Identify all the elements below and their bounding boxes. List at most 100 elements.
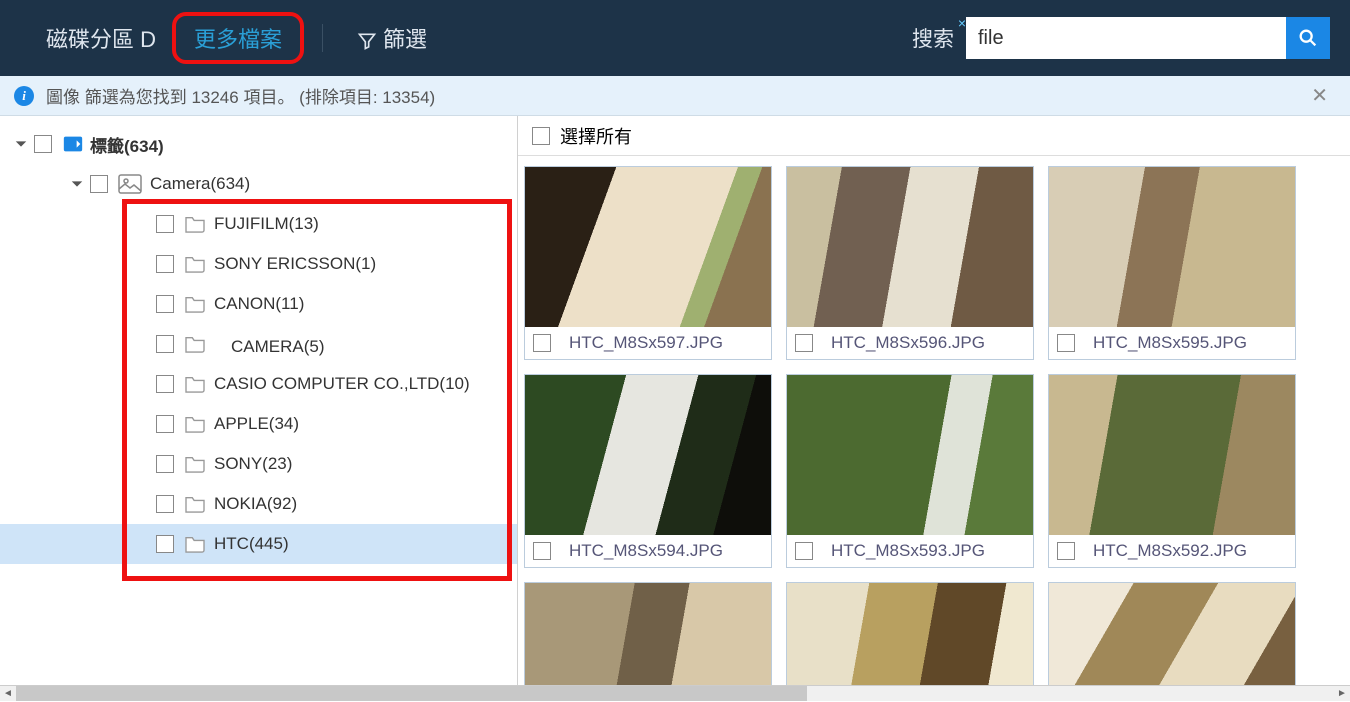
folder-icon	[184, 295, 206, 313]
card-footer: HTC_M8Sx592.JPG	[1049, 535, 1295, 567]
folder-icon	[184, 415, 206, 433]
info-bar: i 圖像 篩選為您找到 13246 項目。 (排除項目: 13354) ✕	[0, 76, 1350, 116]
thumbnail[interactable]	[525, 583, 771, 685]
checkbox[interactable]	[1057, 542, 1075, 560]
tree-root-tags[interactable]: 標籤(634)	[0, 124, 517, 164]
thumbnail[interactable]	[1049, 375, 1295, 535]
photo-icon	[118, 174, 142, 194]
checkbox[interactable]	[156, 455, 174, 473]
checkbox[interactable]	[156, 255, 174, 273]
tree-label: APPLE(34)	[214, 414, 299, 434]
scroll-left-arrow[interactable]: ◄	[0, 686, 16, 702]
search-input[interactable]	[966, 17, 1286, 59]
chevron-down-icon[interactable]	[70, 177, 84, 191]
file-card[interactable]: HTC_M8Sx595.JPG	[1048, 166, 1296, 360]
thumbnail[interactable]	[787, 583, 1033, 685]
tree-item[interactable]: APPLE(34)	[0, 404, 517, 444]
thumbnail[interactable]	[525, 375, 771, 535]
checkbox[interactable]	[533, 334, 551, 352]
tree-item[interactable]: SONY(23)	[0, 444, 517, 484]
checkbox[interactable]	[156, 335, 174, 353]
search-button[interactable]	[1286, 17, 1330, 59]
select-all-checkbox[interactable]	[532, 127, 550, 145]
folder-icon	[184, 375, 206, 393]
funnel-icon	[357, 31, 377, 51]
scroll-thumb[interactable]	[16, 686, 807, 701]
tree-label: 標籤(634)	[90, 132, 164, 157]
checkbox[interactable]	[156, 415, 174, 433]
tree-label: NOKIA(92)	[214, 494, 297, 514]
tree-item-camera[interactable]: Camera(634)	[0, 164, 517, 204]
file-card[interactable]: HTC_M8Sx597.JPG	[524, 166, 772, 360]
search-box	[966, 17, 1330, 59]
checkbox[interactable]	[156, 215, 174, 233]
file-name: HTC_M8Sx592.JPG	[1093, 541, 1247, 561]
tree-label: FUJIFILM(13)	[214, 214, 319, 234]
checkbox[interactable]	[795, 542, 813, 560]
thumbnail[interactable]	[1049, 167, 1295, 327]
file-card[interactable]	[524, 582, 772, 685]
search-clear-icon[interactable]: ×	[958, 15, 966, 31]
tree-label: SONY(23)	[214, 454, 292, 474]
file-name: HTC_M8Sx597.JPG	[569, 333, 723, 353]
info-close-button[interactable]: ✕	[1303, 79, 1336, 112]
nav-more-files[interactable]: 更多檔案	[172, 12, 304, 64]
file-card[interactable]: HTC_M8Sx596.JPG	[786, 166, 1034, 360]
scroll-right-arrow[interactable]: ►	[1334, 686, 1350, 702]
checkbox[interactable]	[156, 495, 174, 513]
tree-label: HTC(445)	[214, 534, 289, 554]
file-card[interactable]	[1048, 582, 1296, 685]
tree-item[interactable]: CANON(11)	[0, 284, 517, 324]
checkbox[interactable]	[1057, 334, 1075, 352]
thumbnail[interactable]	[525, 167, 771, 327]
tree-item[interactable]: HTC(445)	[0, 524, 517, 564]
folder-icon	[184, 335, 206, 353]
info-icon: i	[14, 86, 34, 106]
thumbnail[interactable]	[787, 375, 1033, 535]
tree-item[interactable]: SONY ERICSSON(1)	[0, 244, 517, 284]
info-text: 圖像 篩選為您找到 13246 項目。 (排除項目: 13354)	[46, 83, 435, 108]
thumbnail[interactable]	[787, 167, 1033, 327]
chevron-down-icon[interactable]	[14, 137, 28, 151]
tag-icon	[62, 133, 84, 155]
thumbnail[interactable]	[1049, 583, 1295, 685]
folder-icon	[184, 455, 206, 473]
nav-filter-label: 篩選	[383, 27, 427, 52]
tree-label: SONY ERICSSON(1)	[214, 254, 376, 274]
file-card[interactable]: HTC_M8Sx593.JPG	[786, 374, 1034, 568]
tree-item[interactable]: CASIO COMPUTER CO.,LTD(10)	[0, 364, 517, 404]
checkbox[interactable]	[533, 542, 551, 560]
tree-item[interactable]: CAMERA(5)	[0, 324, 517, 364]
file-card[interactable]	[786, 582, 1034, 685]
card-footer: HTC_M8Sx597.JPG	[525, 327, 771, 359]
checkbox[interactable]	[156, 535, 174, 553]
file-card[interactable]: HTC_M8Sx592.JPG	[1048, 374, 1296, 568]
card-footer: HTC_M8Sx595.JPG	[1049, 327, 1295, 359]
tree-item[interactable]: FUJIFILM(13)	[0, 204, 517, 244]
select-all-label: 選擇所有	[560, 123, 632, 149]
nav-disk[interactable]: 磁碟分區 D	[30, 14, 172, 62]
nav-separator	[322, 24, 323, 52]
checkbox[interactable]	[156, 295, 174, 313]
folder-icon	[184, 535, 206, 553]
checkbox[interactable]	[156, 375, 174, 393]
checkbox[interactable]	[34, 135, 52, 153]
checkbox[interactable]	[795, 334, 813, 352]
content-pane: 選擇所有 HTC_M8Sx597.JPG HTC_M8Sx596.JPG HTC_M…	[518, 116, 1350, 685]
folder-icon	[184, 495, 206, 513]
content-header: 選擇所有	[518, 116, 1350, 156]
horizontal-scrollbar[interactable]: ◄ ►	[0, 685, 1350, 701]
folder-icon	[184, 215, 206, 233]
search-label: 搜索 ×	[912, 23, 954, 53]
checkbox[interactable]	[90, 175, 108, 193]
nav-filter[interactable]: 篩選	[341, 14, 443, 62]
file-name: HTC_M8Sx596.JPG	[831, 333, 985, 353]
file-name: HTC_M8Sx594.JPG	[569, 541, 723, 561]
tree-item[interactable]: NOKIA(92)	[0, 484, 517, 524]
card-footer: HTC_M8Sx594.JPG	[525, 535, 771, 567]
tree-label: CASIO COMPUTER CO.,LTD(10)	[214, 374, 470, 394]
folder-tree: 標籤(634) Camera(634) FUJIFILM(13) SONY ERI…	[0, 116, 517, 572]
file-card[interactable]: HTC_M8Sx594.JPG	[524, 374, 772, 568]
sidebar: 標籤(634) Camera(634) FUJIFILM(13) SONY ERI…	[0, 116, 518, 685]
card-footer: HTC_M8Sx596.JPG	[787, 327, 1033, 359]
